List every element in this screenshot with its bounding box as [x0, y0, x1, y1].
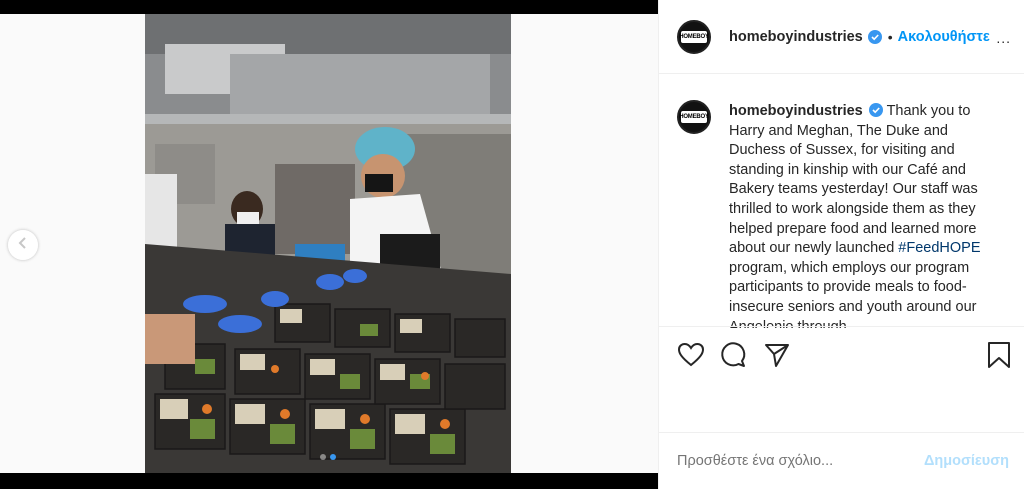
avatar-logo: HOMEBOY: [679, 111, 709, 123]
post-header: HOMEBOY homeboyindustries • Ακολουθήστε …: [659, 0, 1024, 74]
verified-badge-icon: [868, 103, 883, 117]
verified-badge-icon: [867, 29, 882, 44]
post-photo[interactable]: [145, 14, 511, 473]
post-comment-button[interactable]: Δημοσίευση: [924, 453, 1009, 469]
avatar-logo: HOMEBOY: [679, 30, 709, 43]
username-link[interactable]: homeboyindustries: [729, 29, 863, 45]
caption-text: homeboyindustries Thank you to Harry and…: [729, 102, 999, 328]
follow-button[interactable]: Ακολουθήστε: [898, 29, 990, 45]
share-icon[interactable]: [763, 341, 791, 369]
instagram-post-view: HOMEBOY homeboyindustries • Ακολουθήστε …: [0, 0, 1024, 489]
caption-body-1: Thank you to Harry and Meghan, The Duke …: [729, 103, 978, 257]
hashtag-link[interactable]: #FeedHOPE: [898, 240, 980, 256]
action-bar: [659, 326, 1024, 382]
caption-area: HOMEBOY homeboyindustries Thank you to H…: [659, 88, 1024, 328]
comment-bar: Δημοσίευση: [659, 432, 1024, 489]
heart-icon[interactable]: [677, 341, 705, 369]
caption-avatar[interactable]: HOMEBOY: [677, 100, 711, 134]
carousel-indicator: [320, 454, 336, 460]
bookmark-icon[interactable]: [985, 341, 1013, 369]
separator: •: [887, 28, 893, 45]
comment-icon[interactable]: [719, 341, 747, 369]
post-side-panel: HOMEBOY homeboyindustries • Ακολουθήστε …: [658, 0, 1024, 489]
caption-body-2: program, which employs our program parti…: [729, 259, 977, 328]
comment-input[interactable]: [677, 453, 907, 469]
carousel-prev-button[interactable]: [8, 230, 38, 260]
kitchen-photo: [145, 14, 511, 473]
carousel-dot: [320, 454, 326, 460]
post-media-area: [0, 14, 658, 473]
caption-username[interactable]: homeboyindustries: [729, 103, 863, 119]
chevron-left-icon: [16, 236, 30, 255]
carousel-dot-active: [330, 454, 336, 460]
more-options-button[interactable]: ...: [996, 30, 1011, 46]
avatar[interactable]: HOMEBOY: [677, 19, 711, 54]
